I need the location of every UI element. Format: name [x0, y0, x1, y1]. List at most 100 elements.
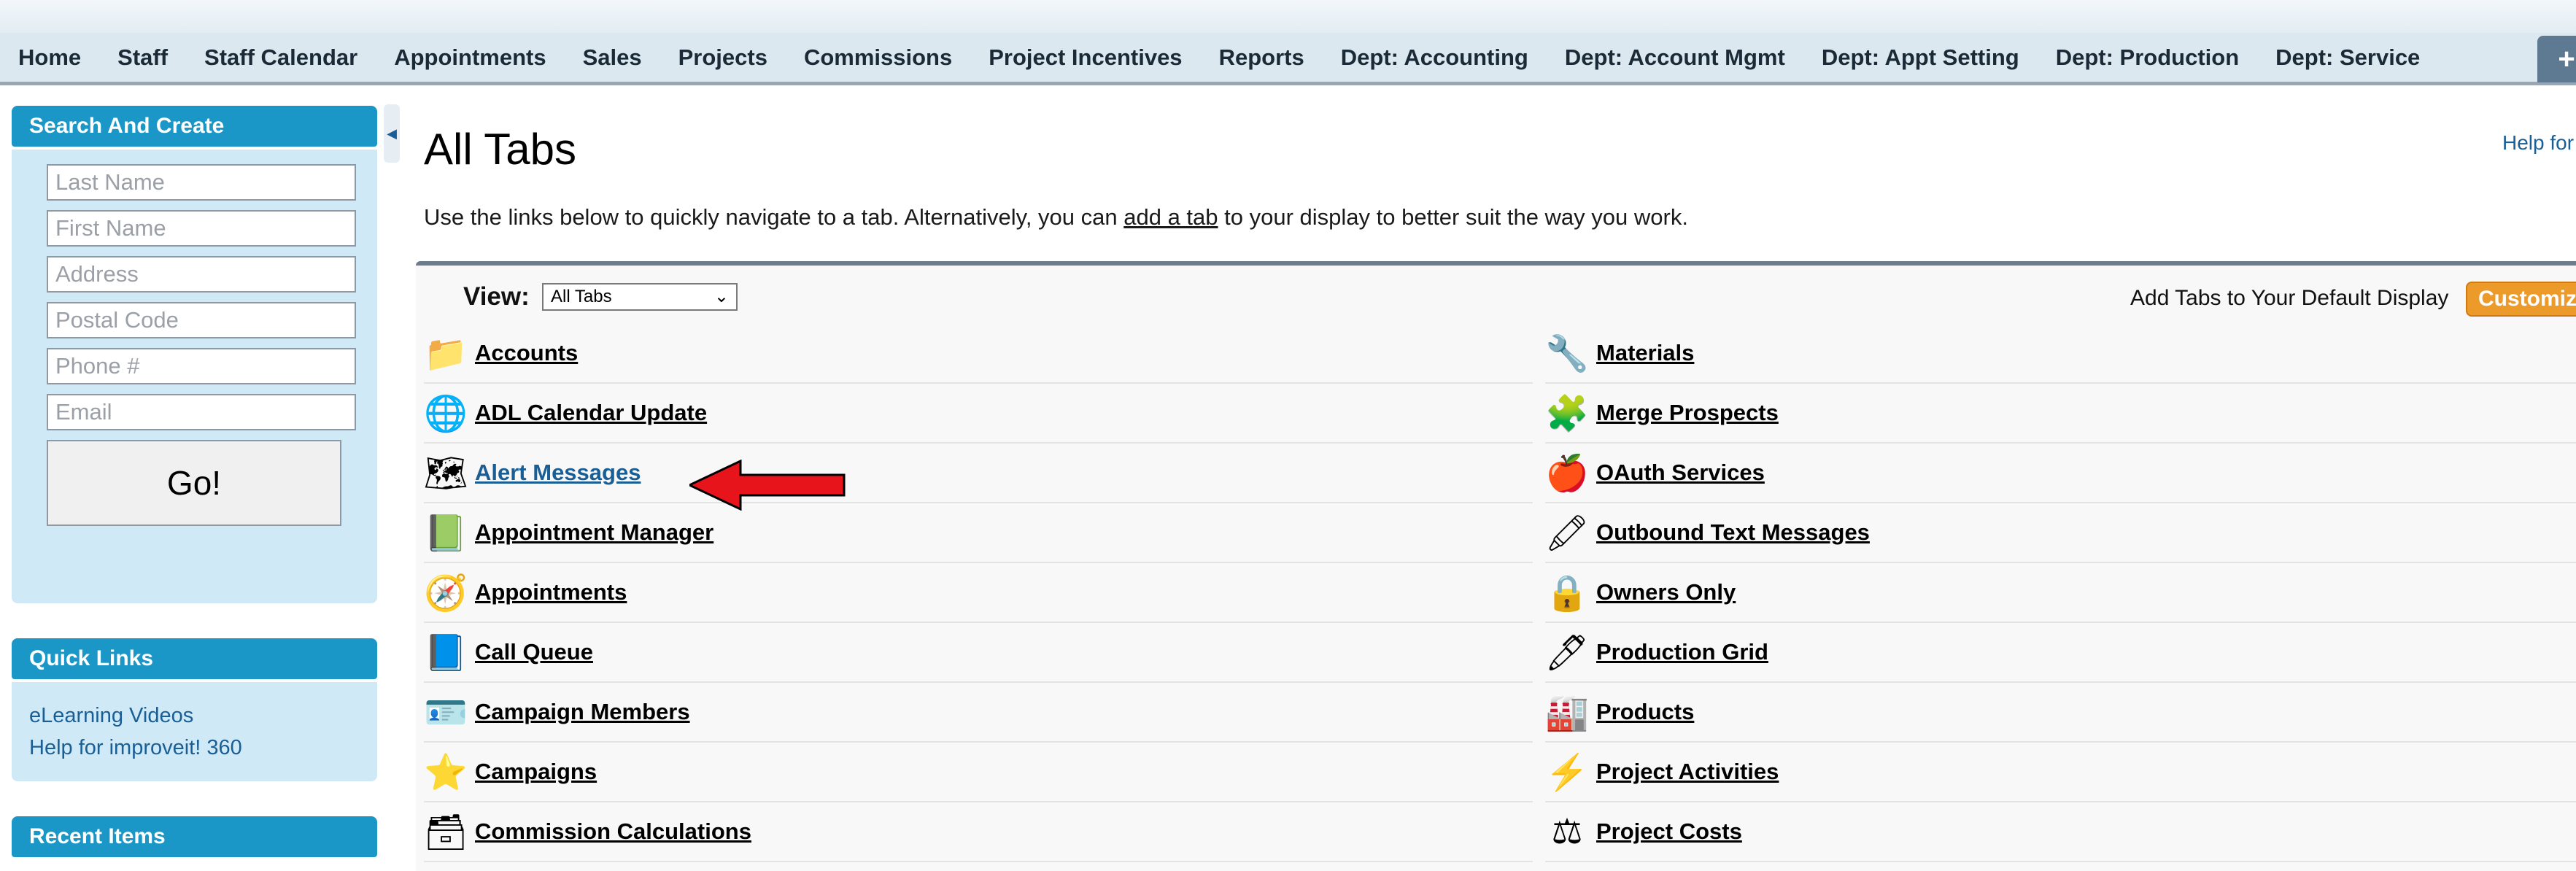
globe-icon: 🌐 [424, 394, 468, 433]
intro-text-after: to your display to better suit the way y… [1218, 204, 1688, 230]
puzzle-icon: 🧩 [1545, 394, 1589, 433]
nav-tab-dept-production[interactable]: Dept: Production [2038, 31, 2257, 84]
project-costs-link[interactable]: Project Costs [1596, 818, 1742, 845]
owners-only-link[interactable]: Owners Only [1596, 579, 1736, 605]
main-nav: Home Staff Staff Calendar Appointments S… [0, 33, 2576, 85]
sidebar-collapse-icon[interactable]: ◀ [384, 104, 400, 163]
list-item: 🔧 Materials [1545, 324, 2576, 384]
nav-tab-project-incentives[interactable]: Project Incentives [970, 31, 1200, 84]
postal-code-input[interactable] [47, 302, 356, 338]
apple-icon: 🍎 [1545, 454, 1589, 493]
nav-tab-appointments[interactable]: Appointments [376, 31, 564, 84]
intro-text-before: Use the links below to quickly navigate … [424, 204, 1124, 230]
lock-icon: 🔒 [1545, 573, 1589, 613]
view-select-value: All Tabs [551, 287, 612, 306]
factory-icon: 🏭 [1545, 693, 1589, 732]
alert-messages-link[interactable]: Alert Messages [475, 460, 641, 486]
address-input[interactable] [47, 256, 356, 293]
adl-calendar-update-link[interactable]: ADL Calendar Update [475, 400, 707, 426]
project-activities-link[interactable]: Project Activities [1596, 759, 1779, 785]
customize-button[interactable]: Customize [2466, 282, 2576, 317]
page-title: All Tabs [424, 125, 577, 174]
red-arrow-annotation [689, 460, 846, 511]
go-button[interactable]: Go! [47, 440, 341, 526]
list-item: 🖍 Outbound Text Messages [1545, 503, 2576, 563]
list-item: 🔒 Owners Only [1545, 563, 2576, 623]
list-item: ⚡ Project Activities [1545, 743, 2576, 802]
nav-tab-dept-appt-setting[interactable]: Dept: Appt Setting [1803, 31, 2038, 84]
quick-links-panel: eLearning Videos Help for improveit! 360 [12, 682, 377, 781]
tabs-list-right: 🔧 Materials 🧩 Merge Prospects 🍎 OAuth Servi… [1545, 324, 2576, 862]
appointments-link[interactable]: Appointments [475, 579, 627, 605]
nav-tab-sales[interactable]: Sales [565, 31, 660, 84]
nav-tab-staff[interactable]: Staff [99, 31, 186, 84]
book-icon: 📘 [424, 633, 468, 673]
list-item: 🗺 Alert Messages [424, 444, 1533, 503]
list-item: 📘 Call Queue [424, 623, 1533, 683]
email-input[interactable] [47, 394, 356, 430]
list-item: 🖊 Production Grid [1545, 623, 2576, 683]
list-item: 🧭 Appointments [424, 563, 1533, 623]
sidebar: Search And Create Go! Quick Links eLearn… [12, 106, 377, 857]
call-queue-link[interactable]: Call Queue [475, 639, 593, 665]
products-link[interactable]: Products [1596, 699, 1694, 725]
view-select[interactable]: All Tabs ⌄ [542, 283, 738, 311]
nav-tab-reports[interactable]: Reports [1201, 31, 1323, 84]
all-tabs-plus-icon[interactable]: + [2537, 36, 2576, 82]
campaign-members-link[interactable]: Campaign Members [475, 699, 690, 725]
view-label: View: [463, 282, 530, 311]
search-panel-title: Search And Create [12, 106, 377, 147]
help-for-page-link[interactable]: Help for [2502, 131, 2574, 155]
list-item: 📁 Accounts [424, 324, 1533, 384]
red-arrow-shape [689, 460, 846, 511]
commission-calculations-link[interactable]: Commission Calculations [475, 818, 751, 845]
add-tabs-label: Add Tabs to Your Default Display [2130, 286, 2449, 310]
recent-items-title: Recent Items [12, 816, 377, 857]
materials-link[interactable]: Materials [1596, 340, 1694, 366]
map-icon: 🗺 [423, 454, 468, 493]
quick-links-title: Quick Links [12, 638, 377, 679]
help-link-improveit[interactable]: Help for improveit! 360 [29, 732, 377, 764]
oauth-services-link[interactable]: OAuth Services [1596, 460, 1765, 486]
nav-tab-dept-accounting[interactable]: Dept: Accounting [1323, 31, 1547, 84]
add-a-tab-link[interactable]: add a tab [1123, 204, 1218, 230]
list-item: 🧩 Merge Prospects [1545, 384, 2576, 444]
list-item: 🪪 Campaign Members [424, 683, 1533, 743]
nav-tab-staff-calendar[interactable]: Staff Calendar [186, 31, 376, 84]
phone-input[interactable] [47, 348, 356, 384]
list-item: 🏭 Products [1545, 683, 2576, 743]
list-item: ⭐ Campaigns [424, 743, 1533, 802]
production-grid-link[interactable]: Production Grid [1596, 639, 1768, 665]
intro-text: Use the links below to quickly navigate … [424, 204, 1688, 231]
tabs-list-left: 📁 Accounts 🌐 ADL Calendar Update 🗺 Alert Me… [424, 324, 1533, 862]
list-item: 🗃 Commission Calculations [424, 802, 1533, 862]
folder-icon: 📁 [424, 334, 468, 373]
nav-tab-projects[interactable]: Projects [660, 31, 786, 84]
appointment-manager-link[interactable]: Appointment Manager [475, 519, 713, 546]
card-icon: 🪪 [424, 693, 468, 732]
nav-tab-home[interactable]: Home [0, 31, 99, 84]
tray-icon: 🗃 [423, 813, 468, 852]
search-panel: Go! [12, 150, 377, 603]
last-name-input[interactable] [47, 164, 356, 201]
compass-icon: 🧭 [424, 573, 468, 613]
nav-tab-commissions[interactable]: Commissions [786, 31, 970, 84]
pen-icon: 🖊 [1544, 633, 1590, 673]
crayons-icon: 🖍 [1544, 514, 1590, 553]
list-item: 📗 Appointment Manager [424, 503, 1533, 563]
notebook-icon: 📗 [424, 514, 468, 553]
accounts-link[interactable]: Accounts [475, 340, 578, 366]
star-icon: ⭐ [424, 753, 468, 792]
top-strip [0, 0, 2576, 33]
tools-icon: 🔧 [1545, 334, 1589, 373]
nav-tab-dept-service[interactable]: Dept: Service [2257, 31, 2438, 84]
nav-tab-dept-account-mgmt[interactable]: Dept: Account Mgmt [1547, 31, 1803, 84]
outbound-text-messages-link[interactable]: Outbound Text Messages [1596, 519, 1870, 546]
scale-icon: ⚖ [1551, 813, 1583, 851]
campaigns-link[interactable]: Campaigns [475, 759, 597, 785]
merge-prospects-link[interactable]: Merge Prospects [1596, 400, 1779, 426]
first-name-input[interactable] [47, 210, 356, 247]
all-tabs-panel: View: All Tabs ⌄ Add Tabs to Your Defaul… [416, 261, 2576, 871]
elearning-videos-link[interactable]: eLearning Videos [29, 700, 377, 732]
list-item: 🌐 ADL Calendar Update [424, 384, 1533, 444]
